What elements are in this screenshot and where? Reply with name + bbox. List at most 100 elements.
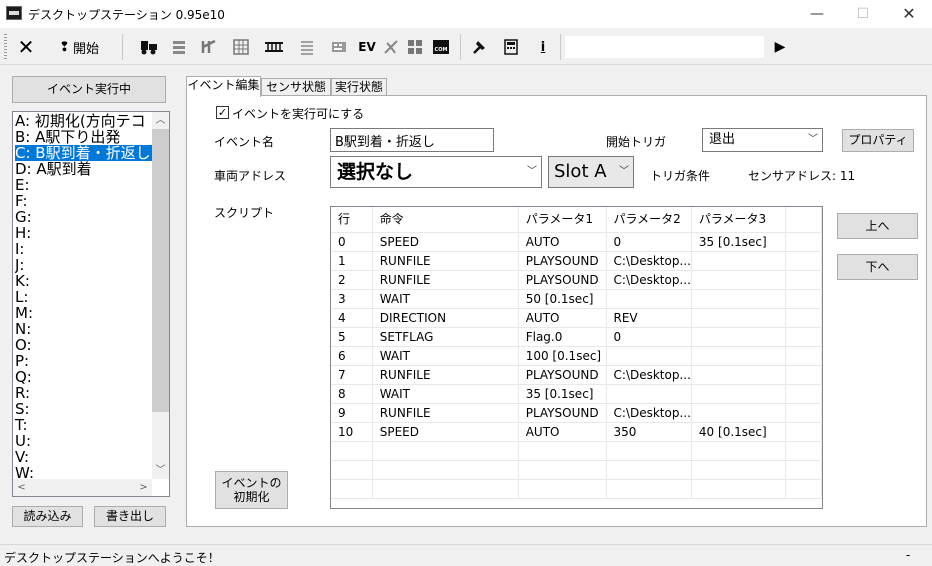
- stack-icon[interactable]: [168, 35, 190, 59]
- table-cell[interactable]: 0: [331, 232, 373, 252]
- event-list-item[interactable]: D: A駅到着: [15, 161, 152, 177]
- list-icon[interactable]: [296, 35, 318, 59]
- locomotive-icon[interactable]: [138, 35, 160, 59]
- table-cell[interactable]: 7: [331, 365, 373, 385]
- table-cell[interactable]: 6: [331, 346, 373, 366]
- event-list-item[interactable]: N:: [15, 321, 152, 337]
- table-cell[interactable]: SETFLAG: [372, 327, 519, 347]
- table-cell[interactable]: PLAYSOUND: [518, 251, 607, 271]
- table-row[interactable]: 9 RUNFILE PLAYSOUND C:\Desktop...: [331, 403, 822, 423]
- event-list-item[interactable]: A: 初期化(方向テコ: [15, 113, 152, 129]
- table-cell[interactable]: [606, 289, 692, 309]
- table-cell[interactable]: [691, 327, 787, 347]
- table-cell[interactable]: 2: [331, 270, 373, 290]
- table-row[interactable]: 1 RUNFILE PLAYSOUND C:\Desktop...: [331, 251, 822, 271]
- event-list-item[interactable]: C: B駅到着・折返し: [15, 145, 152, 161]
- move-up-button[interactable]: 上へ: [837, 213, 918, 239]
- event-list-item[interactable]: G:: [15, 209, 152, 225]
- event-list-item[interactable]: S:: [15, 401, 152, 417]
- table-row[interactable]: 2 RUNFILE PLAYSOUND C:\Desktop...: [331, 270, 822, 290]
- move-down-button[interactable]: 下へ: [837, 254, 918, 280]
- init-event-button[interactable]: イベントの 初期化: [215, 471, 288, 509]
- load-button[interactable]: 読み込み: [12, 506, 83, 527]
- table-cell[interactable]: [691, 270, 787, 290]
- table-cell[interactable]: [691, 346, 787, 366]
- event-list[interactable]: A: 初期化(方向テコ B: A駅下り出発 C: B駅到着・折返し D: A駅到着 E:…: [12, 111, 170, 497]
- table-cell[interactable]: 0: [606, 232, 692, 252]
- scroll-right-icon[interactable]: >: [135, 479, 152, 496]
- event-list-item[interactable]: O:: [15, 337, 152, 353]
- export-button[interactable]: 書き出し: [94, 506, 166, 527]
- table-row[interactable]: 0 SPEED AUTO 0 35 [0.1sec]: [331, 232, 822, 252]
- vehicle-address-select[interactable]: 選択なし ﹀: [330, 156, 542, 188]
- table-cell[interactable]: WAIT: [372, 384, 519, 404]
- table-cell[interactable]: 5: [331, 327, 373, 347]
- event-running-button[interactable]: イベント実行中: [12, 76, 166, 103]
- table-cell[interactable]: SPEED: [372, 422, 519, 442]
- scroll-down-icon[interactable]: ﹀: [152, 462, 169, 479]
- table-cell[interactable]: 35 [0.1sec]: [691, 232, 787, 252]
- satellite-icon[interactable]: [380, 35, 402, 59]
- event-list-item[interactable]: J:: [15, 257, 152, 273]
- table-cell[interactable]: C:\Desktop...: [606, 270, 692, 290]
- table-cell[interactable]: PLAYSOUND: [518, 365, 607, 385]
- table-cell[interactable]: AUTO: [518, 308, 607, 328]
- table-cell[interactable]: 35 [0.1sec]: [518, 384, 607, 404]
- event-list-item[interactable]: H:: [15, 225, 152, 241]
- table-cell[interactable]: WAIT: [372, 346, 519, 366]
- table-cell[interactable]: [691, 365, 787, 385]
- table-cell[interactable]: 9: [331, 403, 373, 423]
- command-input[interactable]: [565, 36, 764, 58]
- event-list-item[interactable]: R:: [15, 385, 152, 401]
- toolbar-grip[interactable]: [4, 34, 7, 60]
- table-cell[interactable]: 50 [0.1sec]: [518, 289, 607, 309]
- play-icon[interactable]: ▶: [770, 35, 790, 59]
- table-cell[interactable]: C:\Desktop...: [606, 251, 692, 271]
- event-list-item[interactable]: P:: [15, 353, 152, 369]
- table-cell[interactable]: 4: [331, 308, 373, 328]
- table-cell[interactable]: 1: [331, 251, 373, 271]
- com-icon[interactable]: COM: [430, 35, 452, 59]
- enable-checkbox[interactable]: ✓: [216, 106, 229, 119]
- event-list-item[interactable]: Q:: [15, 369, 152, 385]
- table-cell[interactable]: RUNFILE: [372, 403, 519, 423]
- maximize-button[interactable]: ☐: [840, 0, 886, 28]
- property-button[interactable]: プロパティ: [842, 129, 914, 152]
- track-icon[interactable]: [262, 35, 286, 59]
- table-cell[interactable]: [606, 384, 692, 404]
- tab-sensor-status[interactable]: センサ状態: [261, 78, 331, 96]
- table-cell[interactable]: AUTO: [518, 422, 607, 442]
- event-name-input[interactable]: [330, 128, 494, 152]
- horizontal-scrollbar[interactable]: < >: [13, 479, 152, 496]
- table-row[interactable]: 6 WAIT 100 [0.1sec]: [331, 346, 822, 366]
- info-icon[interactable]: i: [532, 35, 554, 59]
- turnout-icon[interactable]: [198, 35, 220, 59]
- table-cell[interactable]: Flag.0: [518, 327, 607, 347]
- table-cell[interactable]: [691, 308, 787, 328]
- slot-select[interactable]: Slot A ﹀: [548, 156, 634, 188]
- scroll-left-icon[interactable]: <: [13, 479, 30, 496]
- table-row[interactable]: 4 DIRECTION AUTO REV: [331, 308, 822, 328]
- table-cell[interactable]: DIRECTION: [372, 308, 519, 328]
- table-cell[interactable]: PLAYSOUND: [518, 270, 607, 290]
- table-cell[interactable]: RUNFILE: [372, 365, 519, 385]
- table-cell[interactable]: [691, 403, 787, 423]
- grid-panel-icon[interactable]: [230, 35, 252, 59]
- table-row[interactable]: 10 SPEED AUTO 350 40 [0.1sec]: [331, 422, 822, 442]
- grid-column-header[interactable]: パラメータ1: [518, 207, 607, 233]
- table-row[interactable]: 8 WAIT 35 [0.1sec]: [331, 384, 822, 404]
- table-cell[interactable]: PLAYSOUND: [518, 403, 607, 423]
- event-list-item[interactable]: F:: [15, 193, 152, 209]
- table-cell[interactable]: SPEED: [372, 232, 519, 252]
- event-list-item[interactable]: L:: [15, 289, 152, 305]
- table-cell[interactable]: 100 [0.1sec]: [518, 346, 607, 366]
- event-list-item[interactable]: V:: [15, 449, 152, 465]
- table-cell[interactable]: [691, 289, 787, 309]
- table-cell[interactable]: 10: [331, 422, 373, 442]
- event-list-item[interactable]: T:: [15, 417, 152, 433]
- grid-column-header[interactable]: 行: [331, 207, 373, 233]
- minimize-button[interactable]: —: [794, 0, 840, 28]
- layout-icon[interactable]: [404, 35, 426, 59]
- grid-column-header[interactable]: 命令: [372, 207, 519, 233]
- table-row[interactable]: 7 RUNFILE PLAYSOUND C:\Desktop...: [331, 365, 822, 385]
